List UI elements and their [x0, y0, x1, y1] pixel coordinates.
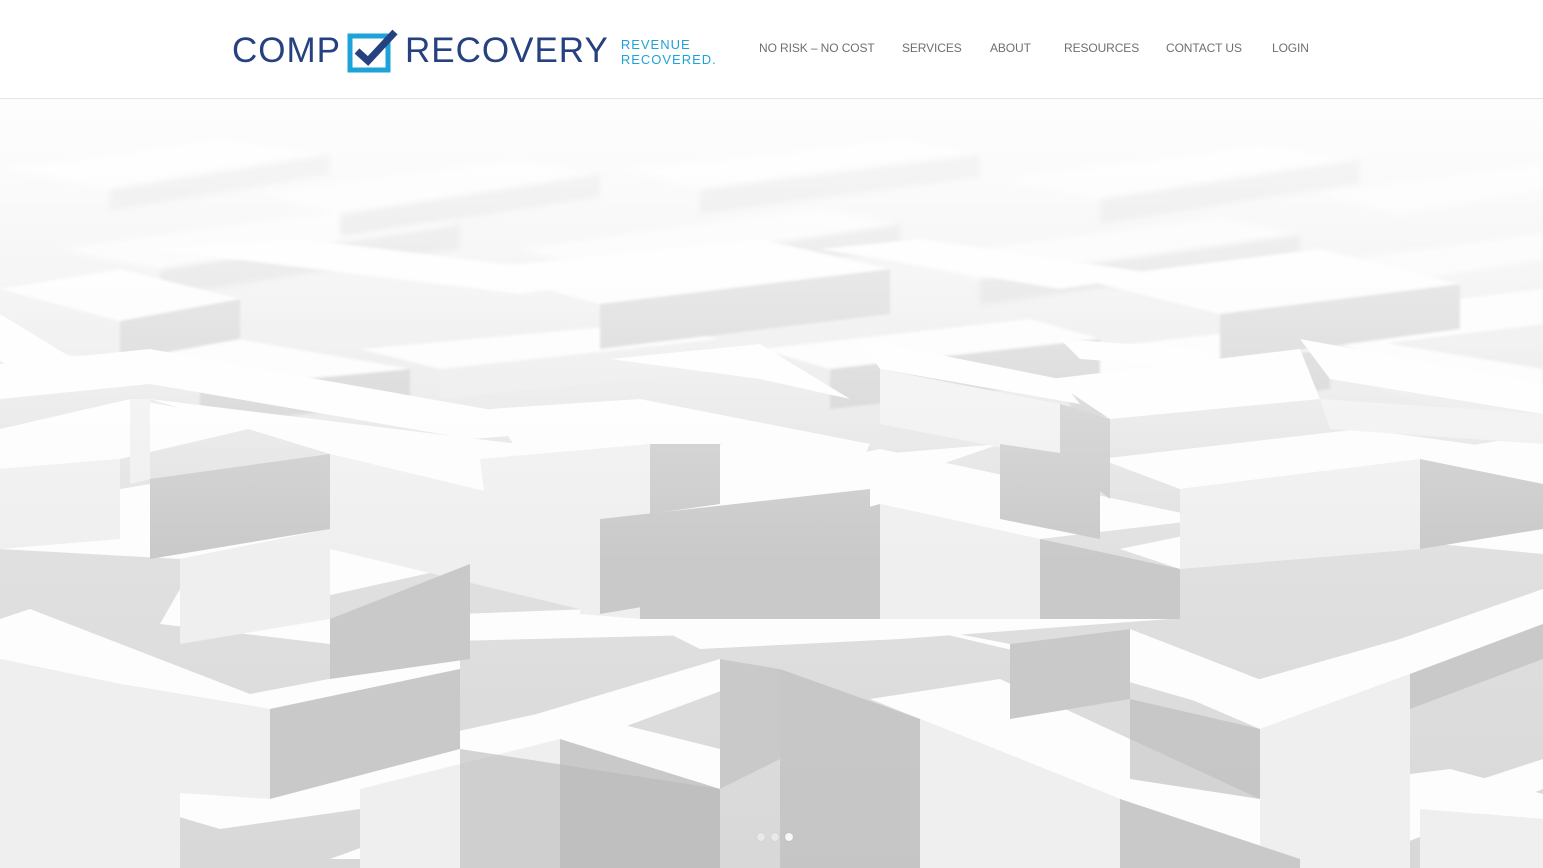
slider-dot-3[interactable] — [785, 833, 793, 841]
nav-item-services[interactable]: SERVICES — [902, 40, 962, 56]
site-header: COMP RECOVERY REVENUE RECOVERED. NO RISK… — [0, 0, 1543, 99]
logo-tagline-line2: RECOVERED. — [620, 52, 717, 67]
logo-word-comp: COMP — [232, 31, 341, 70]
nav-item-resources[interactable]: RESOURCES — [1064, 40, 1139, 56]
nav-item-login[interactable]: LOGIN — [1272, 40, 1309, 56]
nav-item-no-risk-no-cost[interactable]: NO RISK – NO COST — [759, 40, 875, 56]
logo-tagline-line1: REVENUE — [620, 37, 691, 52]
site-logo[interactable]: COMP RECOVERY REVENUE RECOVERED. — [232, 29, 717, 73]
nav-item-about[interactable]: ABOUT — [990, 40, 1031, 56]
slider-dot-2[interactable] — [771, 833, 779, 841]
slider-dot-1[interactable] — [757, 833, 765, 841]
logo-tagline: REVENUE RECOVERED. — [621, 35, 717, 67]
slider-pagination — [757, 833, 793, 841]
checkbox-check-icon — [347, 29, 398, 73]
hero-maze-image — [0, 99, 1543, 868]
logo-word-recovery: RECOVERY — [405, 31, 609, 70]
hero-slider — [0, 99, 1543, 868]
nav-item-contact-us[interactable]: CONTACT US — [1166, 40, 1242, 56]
